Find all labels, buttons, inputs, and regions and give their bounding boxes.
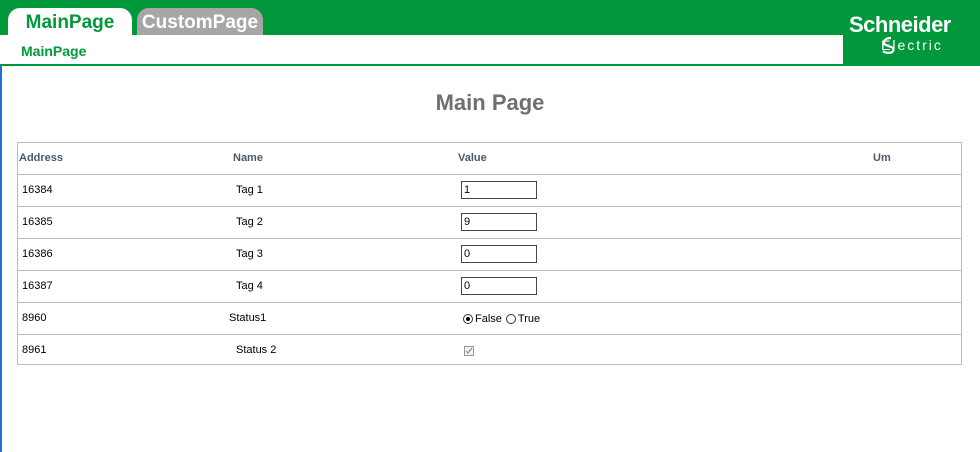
table-row: 16386 Tag 3 [18,239,961,271]
page-title: Main Page [435,90,545,115]
breadcrumb-mainpage[interactable]: MainPage [21,43,86,59]
table-row: 8960 Status1 False True [18,303,961,335]
name-cell: Tag 3 [236,248,263,260]
header-name: Name [233,152,263,164]
table-header-row: Address Name Value Um [18,143,961,175]
address-cell: 16385 [22,216,53,228]
table-row: 16387 Tag 4 [18,271,961,303]
header: MainPage CustomPage MainPage Schneider E… [0,0,980,66]
address-cell: 16386 [22,248,53,260]
value-input-tag-3[interactable] [461,245,537,263]
address-cell: 16384 [22,184,53,196]
logo-text-electric: Electric [881,37,943,53]
radio-true[interactable] [505,314,516,324]
header-value: Value [458,152,487,164]
address-cell: 8960 [22,312,47,324]
status2-checkbox[interactable] [464,346,474,356]
checkmark-icon [465,347,473,354]
radio-false[interactable] [463,314,473,324]
table-row: 16385 Tag 2 [18,207,961,239]
address-cell: 8961 [22,344,47,356]
tab-custompage[interactable]: CustomPage [137,8,263,36]
subnav-bar [0,35,843,64]
address-cell: 16387 [22,280,53,292]
value-input-tag-1[interactable] [461,181,537,199]
name-cell: Tag 1 [236,184,263,196]
window-left-edge [0,0,2,452]
tags-table: Address Name Value Um 16384 Tag 1 16385 … [17,142,962,365]
name-cell: Status1 [229,312,267,324]
name-cell: Tag 4 [236,280,263,292]
table-row: 16384 Tag 1 [18,175,961,207]
value-input-tag-4[interactable] [461,277,537,295]
tab-mainpage[interactable]: MainPage [8,8,132,36]
header-um: Um [873,152,891,164]
radio-false-label: False [475,313,502,325]
table-row: 8961 Status 2 [18,335,961,367]
value-input-tag-2[interactable] [461,213,537,231]
logo-text-schneider: Schneider [849,12,951,37]
name-cell: Tag 2 [236,216,263,228]
header-address: Address [19,152,64,164]
header-divider [0,64,980,66]
radio-true-label: True [517,313,541,325]
name-cell: Status 2 [236,344,277,356]
status1-radio-group: False True [463,313,542,325]
radio-selected-dot [466,317,470,321]
schneider-electric-logo: Schneider Electric [843,0,980,64]
